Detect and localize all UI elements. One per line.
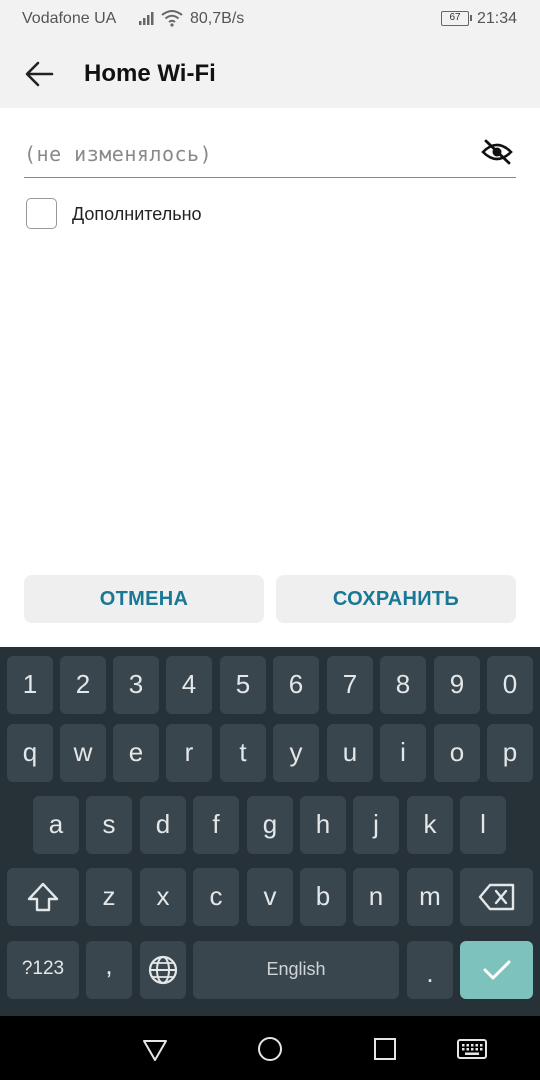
key-7[interactable]: 7 [327,656,373,714]
key-3[interactable]: 3 [113,656,159,714]
key-8[interactable]: 8 [380,656,426,714]
key-b[interactable]: b [300,868,346,926]
key-k[interactable]: k [407,796,453,854]
key-0[interactable]: 0 [487,656,533,714]
checkmark-icon [483,960,510,980]
period-key[interactable]: . [407,941,453,999]
eye-off-icon [481,139,513,165]
key-t[interactable]: t [220,724,266,782]
key-y[interactable]: y [273,724,319,782]
recents-square-icon [374,1038,396,1060]
navigation-bar [0,1016,540,1080]
key-u[interactable]: u [327,724,373,782]
key-2[interactable]: 2 [60,656,106,714]
home-circle-icon [258,1037,282,1061]
globe-icon [148,955,178,985]
key-l[interactable]: l [460,796,506,854]
advanced-checkbox[interactable] [26,198,57,229]
arrow-left-icon [25,61,54,87]
back-button[interactable] [22,56,58,92]
key-g[interactable]: g [247,796,293,854]
password-field [24,130,516,178]
battery-level: 67 [449,12,461,23]
symbols-key[interactable]: ?123 [7,941,79,999]
key-m[interactable]: m [407,868,453,926]
comma-key[interactable]: , [86,941,132,999]
key-i[interactable]: i [380,724,426,782]
shift-icon [27,882,59,912]
key-h[interactable]: h [300,796,346,854]
signal-icon [138,10,156,31]
carrier-name: Vodafone UA [22,10,117,27]
password-visibility-toggle[interactable] [480,138,514,166]
advanced-label: Дополнительно [72,204,202,224]
app-header: Home Wi-Fi [0,38,540,108]
key-q[interactable]: q [7,724,53,782]
network-speed: 80,7B/s [190,10,245,27]
key-4[interactable]: 4 [166,656,212,714]
backspace-key[interactable] [460,868,533,926]
key-j[interactable]: j [353,796,399,854]
key-x[interactable]: x [140,868,186,926]
back-triangle-icon [143,1040,167,1061]
key-r[interactable]: r [166,724,212,782]
key-v[interactable]: v [247,868,293,926]
battery-icon: 67 [441,11,472,26]
status-bar: Vodafone UA 80,7B/s 67 21:34 [0,0,540,38]
save-button[interactable]: СОХРАНИТЬ [276,575,516,623]
cancel-button[interactable]: ОТМЕНА [24,575,264,623]
language-key[interactable] [140,941,186,999]
key-c[interactable]: c [193,868,239,926]
wifi-icon [161,9,183,32]
clock: 21:34 [477,10,518,27]
key-p[interactable]: p [487,724,533,782]
key-z[interactable]: z [86,868,132,926]
key-d[interactable]: d [140,796,186,854]
nav-keyboard-button[interactable] [456,1034,488,1064]
page-title: Home Wi-Fi [84,60,216,87]
space-key[interactable]: English [193,941,399,999]
key-o[interactable]: o [434,724,480,782]
key-6[interactable]: 6 [273,656,319,714]
key-s[interactable]: s [86,796,132,854]
nav-home-button[interactable] [255,1034,285,1064]
soft-keyboard: 1 2 3 4 5 6 7 8 9 0 q w e r t y u i o p … [0,647,540,1016]
key-e[interactable]: e [113,724,159,782]
shift-key[interactable] [7,868,79,926]
password-input[interactable] [24,138,464,170]
keyboard-icon [457,1039,487,1059]
key-5[interactable]: 5 [220,656,266,714]
backspace-icon [478,883,514,911]
key-1[interactable]: 1 [7,656,53,714]
key-a[interactable]: a [33,796,79,854]
key-f[interactable]: f [193,796,239,854]
nav-recents-button[interactable] [370,1034,400,1064]
key-n[interactable]: n [353,868,399,926]
key-9[interactable]: 9 [434,656,480,714]
nav-back-button[interactable] [140,1034,170,1064]
key-w[interactable]: w [60,724,106,782]
done-key[interactable] [460,941,533,999]
